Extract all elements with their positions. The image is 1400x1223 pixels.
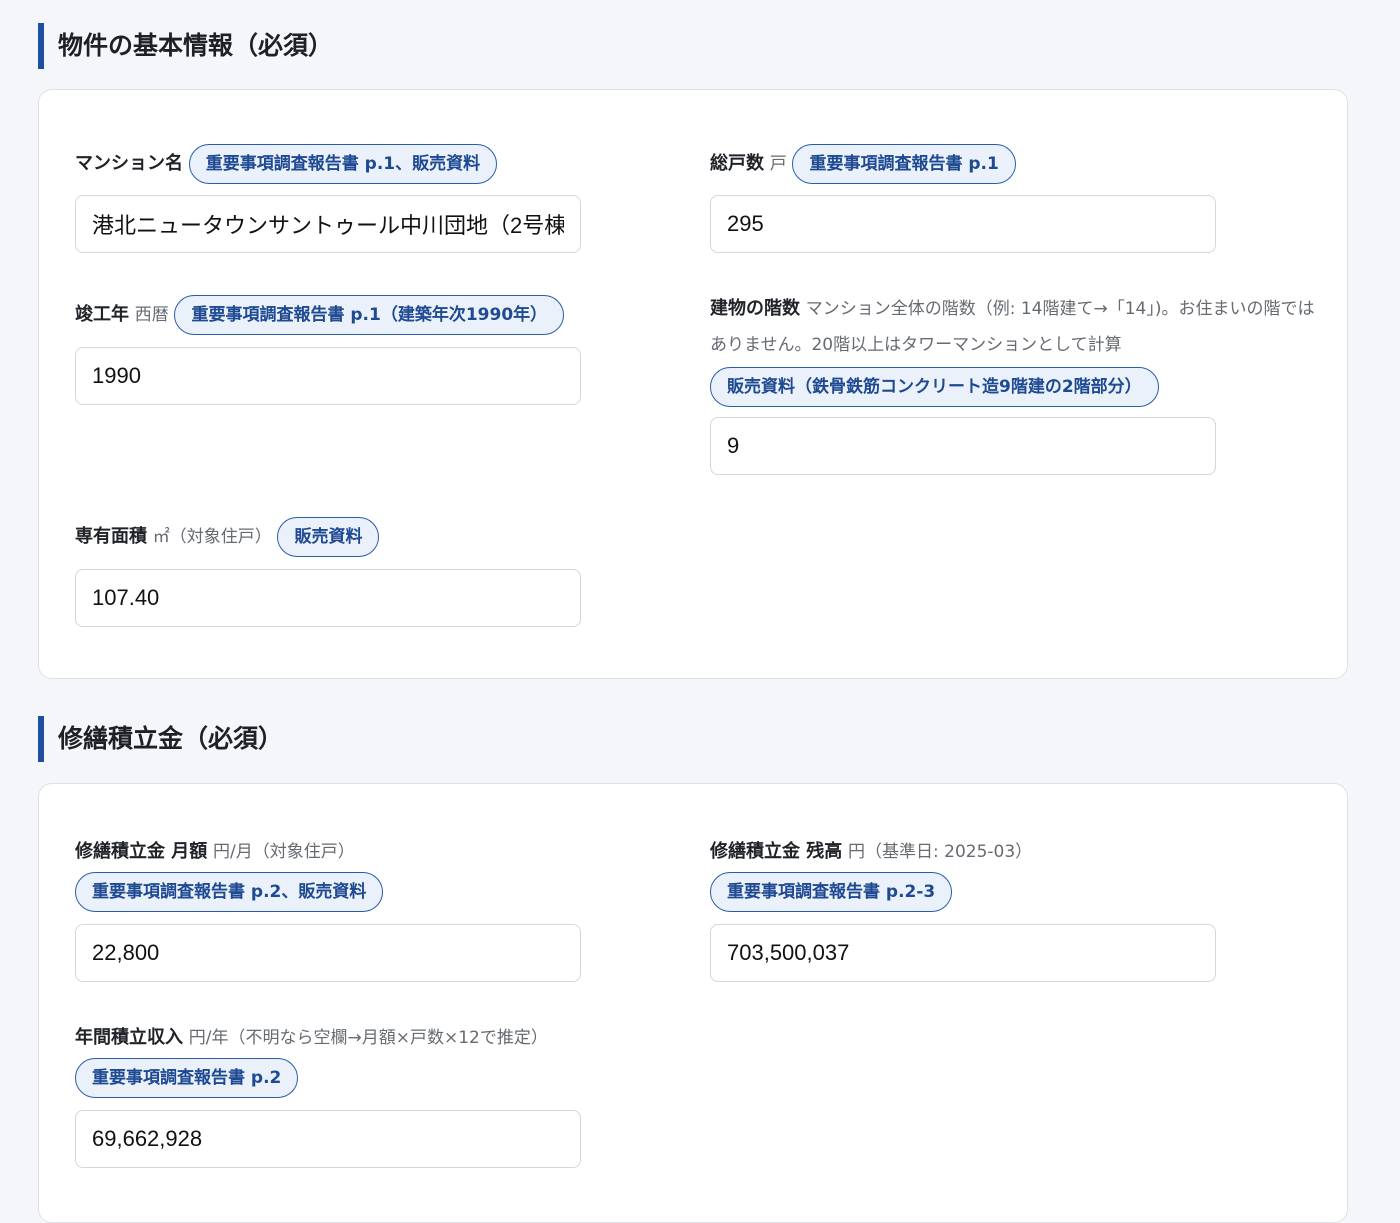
field-mansion-name: マンション名 重要事項調査報告書 p.1、販売資料 [75,144,581,184]
reserve-balance-label: 修繕積立金 残高 [710,841,843,862]
monthly-reserve-unit: 円/月（対象住戸） [213,842,355,862]
mansion-name-input[interactable] [75,195,581,253]
built-year-unit: 西暦 [134,305,169,325]
reserve-balance-source-badge: 重要事項調査報告書 p.2-3 [710,872,953,912]
field-monthly-reserve: 修繕積立金 月額 円/月（対象住戸） 重要事項調査報告書 p.2、販売資料 [75,834,581,912]
field-floor-area: 専有面積 ㎡（対象住戸） 販売資料 [75,517,581,557]
annual-income-source-badge: 重要事項調査報告書 p.2 [75,1058,299,1098]
floor-area-input[interactable] [75,569,581,627]
annual-income-unit: 円/年（不明なら空欄→月額×戸数×12で推定） [188,1028,548,1048]
floor-area-source-badge: 販売資料 [277,517,380,557]
reserve-balance-input[interactable] [710,924,1216,982]
total-units-label: 総戸数 [710,153,764,174]
field-built-year: 竣工年 西暦 重要事項調査報告書 p.1（建築年次1990年） [75,295,635,335]
floors-hint: マンション全体の階数（例: 14階建て→「14」)。お住まいの階ではありません。… [710,299,1315,355]
field-annual-income: 年間積立収入 円/年（不明なら空欄→月額×戸数×12で推定） 重要事項調査報告書… [75,1020,675,1098]
floor-area-unit: ㎡（対象住戸） [152,527,272,547]
annual-income-label: 年間積立収入 [75,1027,183,1048]
monthly-reserve-source-badge: 重要事項調査報告書 p.2、販売資料 [75,872,384,912]
floors-input[interactable] [710,417,1216,475]
section-title-repair-reserve: 修繕積立金（必須） [38,716,283,762]
total-units-source-badge: 重要事項調査報告書 p.1 [792,144,1016,184]
built-year-label: 竣工年 [75,304,129,325]
reserve-balance-unit: 円（基準日: 2025-03） [848,842,1033,862]
built-year-source-badge: 重要事項調査報告書 p.1（建築年次1990年） [174,295,565,335]
floors-source-badge: 販売資料（鉄骨鉄筋コンクリート造9階建の2階部分） [710,367,1159,407]
mansion-name-source-badge: 重要事項調査報告書 p.1、販売資料 [188,144,498,184]
floor-area-label: 専有面積 [75,526,147,547]
mansion-name-label: マンション名 [75,153,183,174]
total-units-input[interactable] [710,195,1216,253]
field-floors: 建物の階数 マンション全体の階数（例: 14階建て→「14」)。お住まいの階では… [710,291,1320,407]
total-units-unit: 戸 [769,154,787,174]
built-year-input[interactable] [75,347,581,405]
section-title-basic-info: 物件の基本情報（必須） [38,23,333,69]
monthly-reserve-label: 修繕積立金 月額 [75,841,208,862]
field-reserve-balance: 修繕積立金 残高 円（基準日: 2025-03） 重要事項調査報告書 p.2-3 [710,834,1216,912]
annual-income-input[interactable] [75,1110,581,1168]
floors-label: 建物の階数 [710,298,800,319]
monthly-reserve-input[interactable] [75,924,581,982]
field-total-units: 総戸数 戸 重要事項調査報告書 p.1 [710,144,1216,184]
